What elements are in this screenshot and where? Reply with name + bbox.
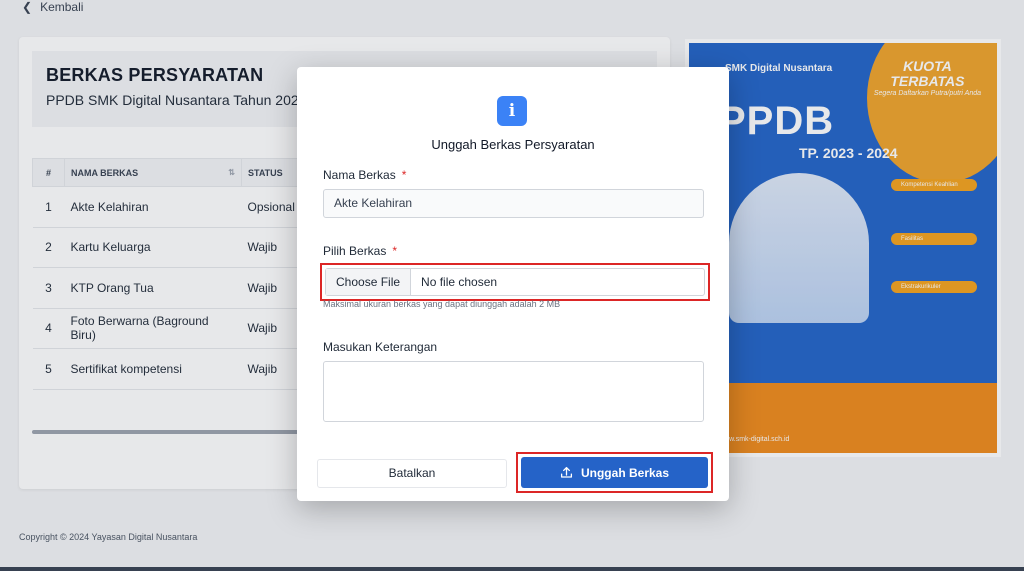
choose-file-label: Pilih Berkas * [323,244,397,258]
upload-icon [560,466,573,478]
upload-button[interactable]: Unggah Berkas [521,457,708,488]
window-bottom-edge [0,567,1024,571]
file-input-highlight: Choose File No file chosen [320,263,710,301]
required-mark: * [392,244,398,258]
choose-file-label-text: Pilih Berkas [323,244,387,258]
choose-file-button[interactable]: Choose File [326,269,412,295]
file-name-field[interactable]: Akte Kelahiran [323,189,704,218]
file-name-label: Nama Berkas * [323,168,406,182]
note-label: Masukan Keterangan [323,340,438,354]
required-mark: * [401,168,407,182]
file-size-hint: Maksimal ukuran berkas yang dapat diungg… [323,299,561,309]
note-textarea[interactable] [323,361,704,422]
no-file-text: No file chosen [421,275,498,289]
upload-button-highlight: Unggah Berkas [516,452,713,493]
modal-title: Unggah Berkas Persyaratan [431,137,595,152]
file-name-label-text: Nama Berkas [323,168,396,182]
upload-modal: i Unggah Berkas Persyaratan Nama Berkas *… [297,67,729,501]
upload-button-label: Unggah Berkas [580,465,670,480]
file-input[interactable]: Choose File No file chosen [325,268,705,296]
info-icon: i [497,96,527,126]
cancel-button[interactable]: Batalkan [317,459,507,488]
